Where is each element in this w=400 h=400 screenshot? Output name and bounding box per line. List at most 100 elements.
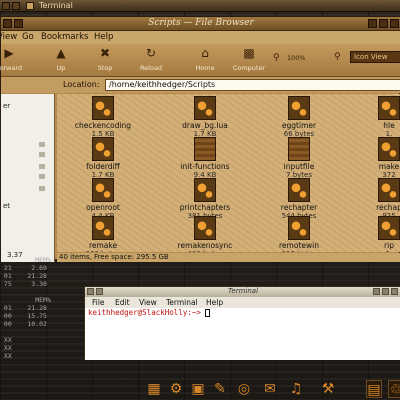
text-file-icon <box>288 137 310 161</box>
terminal-body[interactable]: keithhedger@SlackHolly:~> <box>85 308 400 360</box>
script-file-icon <box>92 137 114 161</box>
script-file-icon <box>378 216 400 240</box>
script-file-icon <box>288 216 310 240</box>
globe-icon[interactable]: ◎ <box>236 380 252 398</box>
places-sidebar: er et 3.37 <box>1 94 55 262</box>
gear-icon[interactable]: ⚙ <box>168 380 184 398</box>
eject-icon[interactable] <box>39 174 45 179</box>
file-size: 363 bytes <box>61 250 145 252</box>
menu-help[interactable]: Help <box>206 298 223 307</box>
sidebar-item[interactable]: er <box>3 102 10 110</box>
file-item[interactable]: rip1. <box>347 216 400 252</box>
file-item[interactable]: remake363 bytes <box>61 216 145 252</box>
computer-button[interactable]: ▩ Computer <box>227 46 271 76</box>
home-icon: ⌂ <box>201 46 209 60</box>
file-name: remotewin <box>279 241 319 250</box>
menu-view[interactable]: View <box>139 298 157 307</box>
terminal-menubar: File Edit View Terminal Help <box>85 297 400 308</box>
monitor-row: MEM% <box>0 256 51 264</box>
file-name: init-functions <box>180 162 230 171</box>
file-item[interactable]: remakenosync416 bytes <box>163 216 247 252</box>
status-bar: 40 items, Free space: 295.5 GB <box>57 253 400 262</box>
monitor-row: 01 21.28 <box>0 272 47 280</box>
home-button[interactable]: ⌂ Home <box>183 46 227 76</box>
close-button[interactable] <box>390 19 399 28</box>
eject-icon[interactable] <box>39 186 45 191</box>
computer-icon: ▩ <box>243 46 255 60</box>
background-window-titlebar[interactable]: Terminal <box>0 0 400 12</box>
background-window-title: Terminal <box>39 1 73 10</box>
menu-help[interactable]: Help <box>94 32 113 42</box>
file-item[interactable]: remotewin118 bytes <box>257 216 341 252</box>
window-menu-button[interactable] <box>3 19 12 28</box>
eject-icon[interactable] <box>39 152 45 157</box>
monitor-row: 21 2.69 <box>0 264 47 272</box>
menu-file[interactable]: File <box>92 298 105 307</box>
text-cursor <box>205 309 210 317</box>
eject-icon[interactable] <box>39 142 45 147</box>
stop-button[interactable]: ✖ Stop <box>83 46 127 76</box>
up-button[interactable]: ▲ Up <box>39 46 83 76</box>
folder-icon[interactable]: ▦ <box>146 380 162 398</box>
terminal-titlebar[interactable]: Terminal <box>85 287 400 297</box>
sidebar-item[interactable]: et <box>3 202 10 210</box>
location-bar: Location: /home/keithhedger/Scripts <box>1 77 400 93</box>
window-shade-button[interactable] <box>14 19 23 28</box>
file-name: openroot <box>86 203 120 212</box>
reload-icon: ↻ <box>145 46 157 60</box>
computer-icon[interactable]: ▤ <box>366 380 382 398</box>
script-file-icon <box>92 178 114 202</box>
close-button[interactable] <box>391 288 398 295</box>
location-toggle-button[interactable] <box>7 80 51 90</box>
monitor-row: XX <box>0 336 12 344</box>
view-mode-select[interactable]: Icon View <box>350 51 400 63</box>
shell-prompt: keithhedger@SlackHolly:~> <box>88 308 201 317</box>
script-file-icon <box>378 96 400 120</box>
dock-bar: ▦ ⚙ ▣ ✎ ◎ ✉ ♫ ⚒ ▤ ♲ <box>140 378 400 400</box>
minimize-button[interactable] <box>373 288 380 295</box>
menu-bookmarks[interactable]: Bookmarks <box>41 32 89 42</box>
file-name: checkencoding <box>74 121 132 130</box>
zoom-in-icon[interactable]: ⚲ <box>334 52 341 62</box>
monitor-row: 00 10.02 <box>0 320 47 328</box>
editor-icon[interactable]: ✎ <box>212 380 228 398</box>
zoom-level: 100% <box>287 54 306 62</box>
script-file-icon <box>378 137 400 161</box>
window-shade-button[interactable] <box>12 2 20 10</box>
script-file-icon <box>92 96 114 120</box>
settings-icon[interactable]: ⚒ <box>320 380 336 398</box>
maximize-button[interactable] <box>382 288 389 295</box>
monitor-row: MEM% <box>0 296 51 304</box>
desktop-background: Terminal Scripts — File Browser View Go … <box>0 0 400 400</box>
file-browser-titlebar[interactable]: Scripts — File Browser <box>1 17 400 31</box>
file-name: inputfile <box>283 162 315 171</box>
terminal-title: Terminal <box>227 287 259 295</box>
menu-terminal[interactable]: Terminal <box>166 298 198 307</box>
file-name: printchapters <box>179 203 231 212</box>
window-menu-button[interactable] <box>87 288 94 295</box>
menu-go[interactable]: Go <box>22 32 34 42</box>
menu-edit[interactable]: Edit <box>115 298 130 307</box>
maximize-button[interactable] <box>379 19 388 28</box>
forward-arrow-icon: ▶ <box>4 46 14 60</box>
file-browser-title: Scripts — File Browser <box>148 18 254 28</box>
terminal-icon[interactable]: ▣ <box>190 380 206 398</box>
file-name: folderdiff <box>86 162 120 171</box>
menu-view[interactable]: View <box>0 32 17 42</box>
mail-icon[interactable]: ✉ <box>262 380 278 398</box>
reload-button[interactable]: ↻ Reload <box>129 46 173 76</box>
location-label: Location: <box>63 80 100 89</box>
minimize-button[interactable] <box>368 19 377 28</box>
file-icon-view[interactable]: checkencoding 1.5 KB draw_bg.lua 1.7 KB eggt… <box>57 94 400 252</box>
location-input[interactable]: /home/keithhedger/Scripts <box>105 79 400 91</box>
up-arrow-icon: ▲ <box>56 46 66 60</box>
forward-button[interactable]: ▶ Forward <box>0 46 31 76</box>
window-shade-button[interactable] <box>96 288 103 295</box>
script-file-icon <box>194 178 216 202</box>
window-menu-button[interactable] <box>2 2 10 10</box>
monitor-row: 01 21.28 <box>0 304 47 312</box>
trash-icon[interactable]: ♲ <box>388 380 400 398</box>
eject-icon[interactable] <box>39 164 45 169</box>
music-icon[interactable]: ♫ <box>288 380 304 398</box>
zoom-out-icon[interactable]: ⚲ <box>273 53 280 63</box>
